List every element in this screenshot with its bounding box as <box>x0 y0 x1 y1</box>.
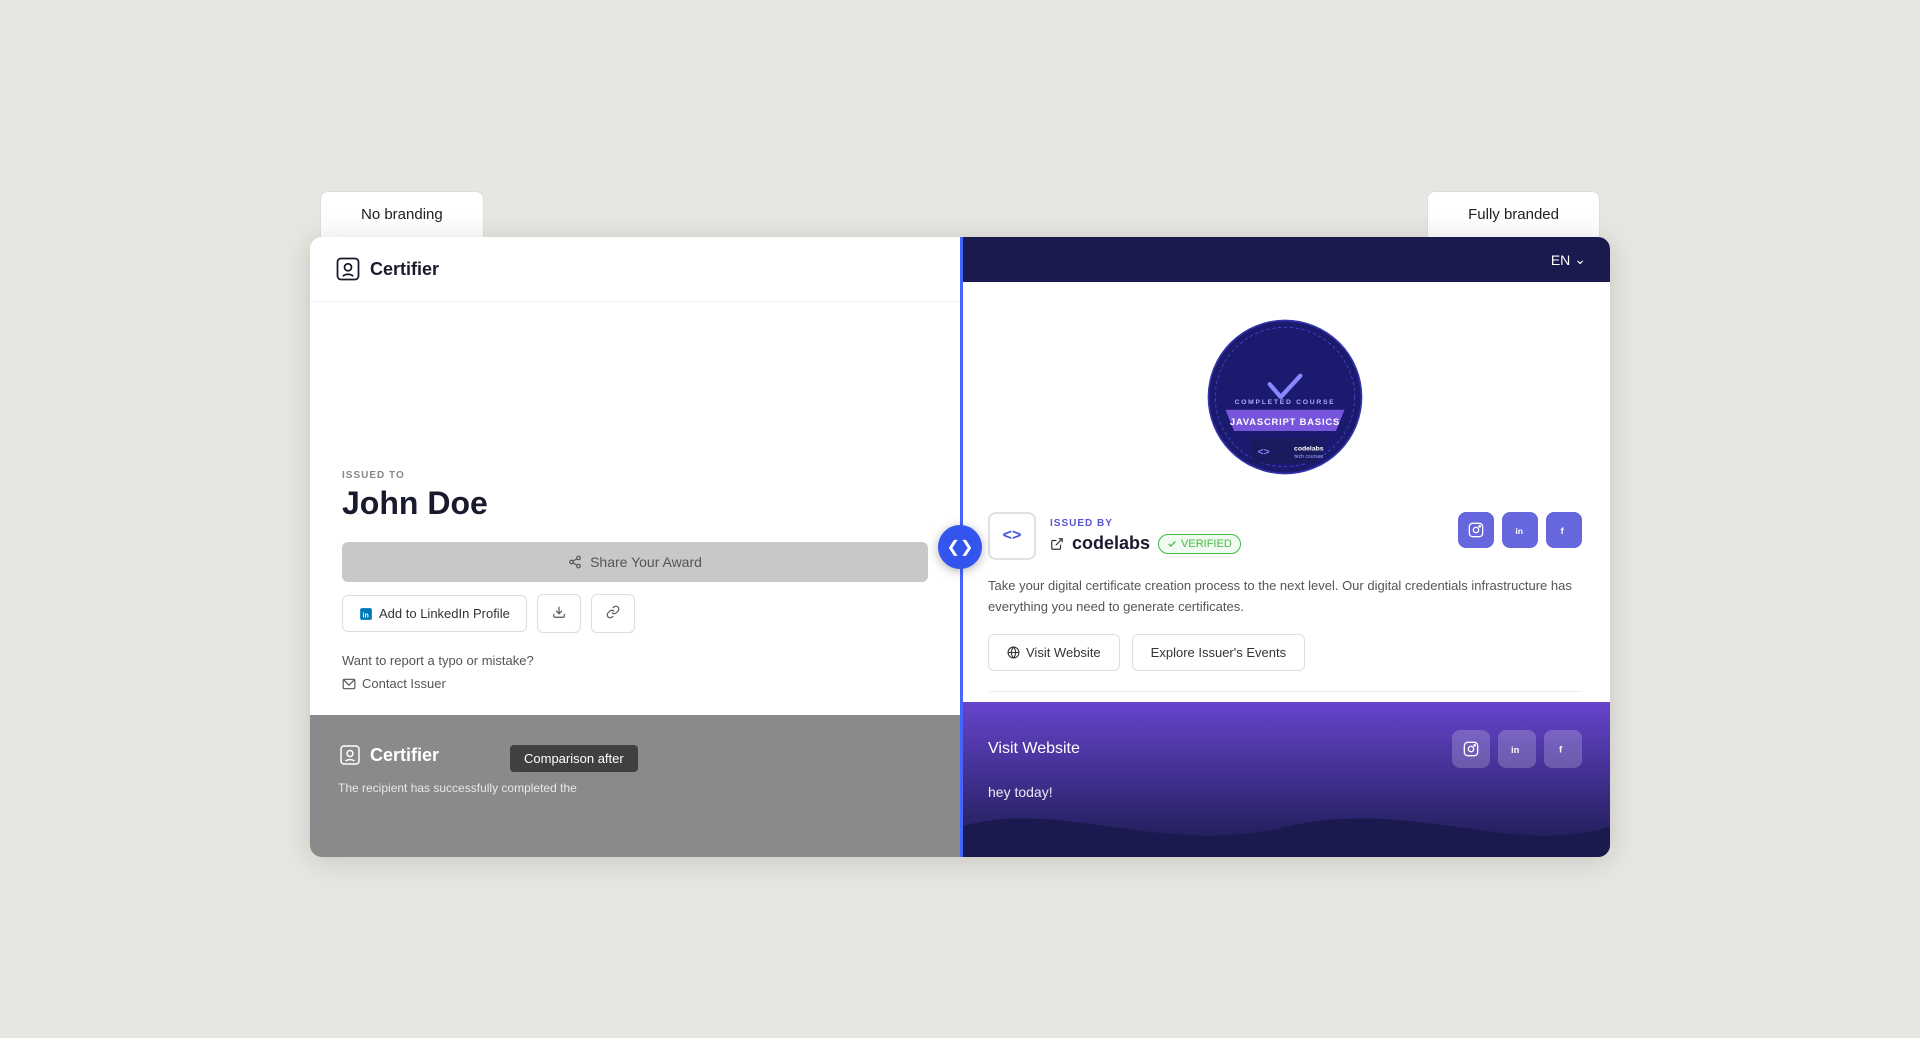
tab-bar: No branding Fully branded <box>310 191 1610 237</box>
issued-to-label: ISSUED TO <box>342 470 928 481</box>
mail-icon <box>342 677 356 691</box>
svg-text:in: in <box>1515 526 1523 536</box>
download-icon <box>552 605 566 619</box>
issued-by-label: ISSUED BY <box>1050 518 1241 529</box>
issuer-info: ISSUED BY codelabs <box>1050 518 1241 554</box>
facebook-icon: f <box>1556 522 1572 538</box>
svg-text:in: in <box>363 612 369 619</box>
checkmark-icon <box>1167 539 1177 549</box>
tab-fully-branded[interactable]: Fully branded <box>1427 191 1600 237</box>
issuer-description: Take your digital certificate creation p… <box>988 576 1582 618</box>
issuer-row: <> ISSUED BY codelabs <box>988 512 1582 560</box>
left-content: ISSUED TO John Doe Share Your Award in <box>310 302 960 715</box>
left-panel: Certifier ISSUED TO John Doe Share Your … <box>310 237 960 857</box>
issuer-logo: <> <box>988 512 1036 560</box>
svg-text:JAVASCRIPT BASICS: JAVASCRIPT BASICS <box>1230 417 1340 427</box>
issuer-actions: Visit Website Explore Issuer's Events <box>988 634 1582 671</box>
social-icons-right: in f <box>1458 512 1582 548</box>
divider <box>988 691 1582 692</box>
linkedin-icon: in <box>359 607 373 621</box>
certifier-footer-icon <box>338 743 362 767</box>
svg-text:tech courses: tech courses <box>1294 454 1323 460</box>
globe-icon <box>1007 646 1020 659</box>
report-text: Want to report a typo or mistake? <box>342 653 928 668</box>
footer-instagram-icon <box>1463 741 1479 757</box>
language-selector[interactable]: EN ⌄ <box>1551 251 1586 268</box>
visit-website-button[interactable]: Visit Website <box>988 634 1120 671</box>
footer-instagram-button[interactable] <box>1452 730 1490 768</box>
issuer-name-row: codelabs VERIFIED <box>1050 533 1241 554</box>
footer-linkedin-icon: in <box>1509 741 1525 757</box>
svg-text:in: in <box>1511 745 1520 755</box>
right-footer-top: Visit Website in <box>988 730 1582 768</box>
external-link-icon <box>1050 537 1064 551</box>
right-content: <> ISSUED BY codelabs <box>960 512 1610 702</box>
linkedin-social-button[interactable]: in <box>1502 512 1538 548</box>
svg-text:f: f <box>1559 744 1563 754</box>
footer-visit-website[interactable]: Visit Website <box>988 740 1080 758</box>
facebook-button[interactable]: f <box>1546 512 1582 548</box>
footer-social-icons: in f <box>1452 730 1582 768</box>
footer-facebook-button[interactable]: f <box>1544 730 1582 768</box>
right-footer: Visit Website in <box>960 702 1610 857</box>
recipient-name: John Doe <box>342 485 928 522</box>
comparison-card: Certifier ISSUED TO John Doe Share Your … <box>310 237 1610 857</box>
comparison-toggle-button[interactable]: ❮❯ <box>938 525 982 569</box>
issuer-name: codelabs <box>1072 533 1150 554</box>
comparison-tooltip: Comparison after <box>510 745 638 772</box>
svg-text:COMPLETED COURSE: COMPLETED COURSE <box>1235 399 1336 406</box>
svg-text:codelabs: codelabs <box>1294 446 1324 453</box>
share-icon <box>568 555 582 569</box>
footer-facebook-icon: f <box>1555 741 1571 757</box>
left-footer: Certifier The recipient has successfully… <box>310 715 960 857</box>
download-button[interactable] <box>537 594 581 633</box>
contact-issuer-link[interactable]: Contact Issuer <box>342 676 928 691</box>
instagram-button[interactable] <box>1458 512 1494 548</box>
explore-events-button[interactable]: Explore Issuer's Events <box>1132 634 1305 671</box>
linkedin-social-icon: in <box>1512 522 1528 538</box>
right-header: EN ⌄ <box>960 237 1610 282</box>
link-icon <box>606 605 620 619</box>
badge-area: COMPLETED COURSE JAVASCRIPT BASICS <> co… <box>960 282 1610 512</box>
wave-decoration <box>960 797 1610 857</box>
right-panel: EN ⌄ COMPLETED COURSE <box>960 237 1610 857</box>
certifier-logo-left: Certifier <box>334 255 936 283</box>
instagram-icon <box>1468 522 1484 538</box>
copy-link-button[interactable] <box>591 594 635 633</box>
footer-description-left: The recipient has successfully completed… <box>338 779 932 797</box>
svg-text:f: f <box>1561 526 1565 536</box>
verified-badge: VERIFIED <box>1158 534 1241 554</box>
tab-no-branding[interactable]: No branding <box>320 191 484 237</box>
share-award-button[interactable]: Share Your Award <box>342 542 928 582</box>
footer-linkedin-button[interactable]: in <box>1498 730 1536 768</box>
certificate-badge: COMPLETED COURSE JAVASCRIPT BASICS <> co… <box>1200 312 1370 482</box>
linkedin-button[interactable]: in Add to LinkedIn Profile <box>342 595 527 632</box>
svg-text:<>: <> <box>1258 447 1270 458</box>
certifier-logo-icon <box>334 255 362 283</box>
left-header: Certifier <box>310 237 960 302</box>
action-row: in Add to LinkedIn Profile <box>342 594 928 633</box>
issuer-left: <> ISSUED BY codelabs <box>988 512 1241 560</box>
